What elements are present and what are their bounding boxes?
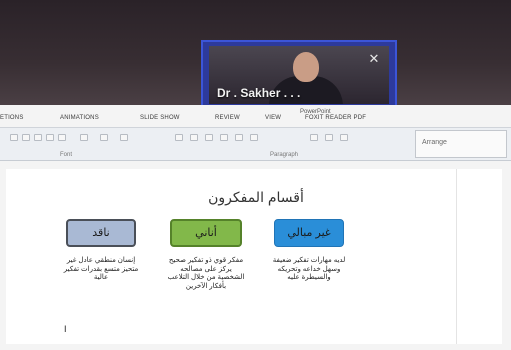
tab-view[interactable]: VIEW <box>265 115 281 121</box>
bold-icon[interactable] <box>22 134 30 141</box>
text-cursor: I <box>64 324 67 334</box>
critic-description: إنسان منطقي عادل غير متحيز متسع بقدرات ت… <box>63 257 139 282</box>
clear-format-icon[interactable] <box>120 134 128 141</box>
indent-icon[interactable] <box>205 134 213 141</box>
bullets-icon[interactable] <box>175 134 183 141</box>
font-size-icon[interactable] <box>100 134 108 141</box>
smartart-icon[interactable] <box>340 134 348 141</box>
uncaring-description: لديه مهارات تفكير ضعيفة وسهل خداعه وتحري… <box>272 257 346 282</box>
tab-slide-show[interactable]: SLIDE SHOW <box>140 115 180 121</box>
arrange-panel[interactable]: Arrange <box>415 130 507 158</box>
tab-foxit-reader-pdf[interactable]: FOXIT READER PDF <box>305 115 366 121</box>
font-group-label: Font <box>60 152 73 158</box>
arrange-label: Arrange <box>422 139 447 146</box>
slide-edge <box>456 169 457 344</box>
participant-name: Dr . Sakher . . . <box>217 86 301 100</box>
ribbon: Font Paragraph Arrange <box>0 127 511 161</box>
tab-transitions[interactable]: ETIONS <box>0 115 24 121</box>
participant-video: Dr . Sakher . . . ✕ <box>209 46 389 104</box>
underline-icon[interactable] <box>46 134 54 141</box>
ribbon-tabs: ETIONS ANIMATIONS SLIDE SHOW REVIEW VIEW… <box>0 111 511 127</box>
paragraph-group-label: Paragraph <box>270 152 299 158</box>
text-direction-icon[interactable] <box>310 134 318 141</box>
align-right-icon[interactable] <box>250 134 258 141</box>
video-call-tile[interactable]: Dr . Sakher . . . ✕ <box>201 40 397 110</box>
critic-box[interactable]: ناقد <box>66 219 136 247</box>
slide-title: أقسام المفكرون <box>208 189 304 205</box>
strikethrough-icon[interactable] <box>58 134 66 141</box>
numbering-icon[interactable] <box>190 134 198 141</box>
font-tool-icon[interactable] <box>10 134 18 141</box>
tab-animations[interactable]: ANIMATIONS <box>60 115 99 121</box>
font-color-icon[interactable] <box>80 134 88 141</box>
tab-review[interactable]: REVIEW <box>215 115 240 121</box>
participant-head <box>293 52 319 82</box>
align-text-icon[interactable] <box>325 134 333 141</box>
slide-canvas[interactable]: أقسام المفكرون ناقد أناني غير مبالي إنسا… <box>6 169 502 344</box>
selfish-box[interactable]: أناني <box>170 219 242 247</box>
expand-arrows-icon[interactable]: ✕ <box>367 52 381 66</box>
window-title: PowerPoint <box>300 109 331 115</box>
italic-icon[interactable] <box>34 134 42 141</box>
powerpoint-window: ETIONS ANIMATIONS SLIDE SHOW REVIEW VIEW… <box>0 105 511 350</box>
selfish-description: مفكر قوي ذو تفكير صحيح يركز على مصالحه ا… <box>167 257 245 290</box>
align-left-icon[interactable] <box>220 134 228 141</box>
uncaring-box[interactable]: غير مبالي <box>274 219 344 247</box>
align-center-icon[interactable] <box>235 134 243 141</box>
